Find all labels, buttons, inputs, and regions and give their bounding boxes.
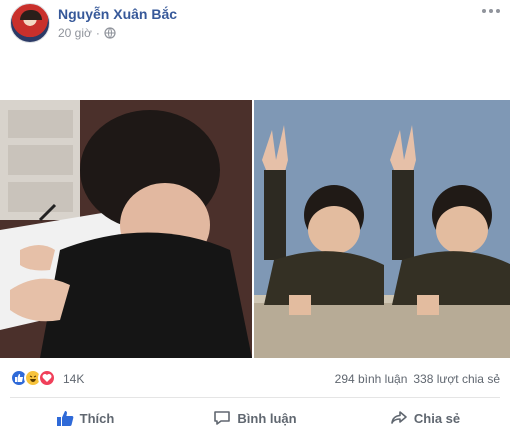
comment-button[interactable]: Bình luận — [170, 401, 340, 435]
photo-boy-writing-illustration — [0, 100, 252, 358]
photo-boy-writing[interactable] — [0, 100, 252, 358]
action-divider — [10, 397, 500, 398]
thumbs-up-icon — [56, 411, 74, 426]
post-actions: Thích Bình luận Chia sẻ — [0, 401, 510, 435]
share-count[interactable]: 338 lượt chia sẻ — [413, 372, 500, 386]
photo-boy-peace-sign-illustration — [254, 100, 510, 358]
share-label: Chia sẻ — [413, 410, 461, 426]
reaction-icons[interactable] — [10, 369, 56, 387]
author-name[interactable]: Nguyễn Xuân Bắc — [58, 6, 177, 22]
share-button[interactable]: Chia sẻ — [340, 401, 510, 435]
post-meta: 20 giờ · — [58, 26, 116, 40]
like-button[interactable]: Thích — [0, 401, 170, 435]
post-time[interactable]: 20 giờ — [58, 26, 92, 40]
meta-separator: · — [95, 26, 100, 40]
comment-label: Bình luận — [237, 410, 297, 426]
like-label: Thích — [79, 410, 115, 426]
love-icon — [38, 369, 56, 387]
engagement-counts: 294 bình luận 338 lượt chia sẻ — [335, 372, 500, 386]
share-icon — [391, 411, 407, 424]
comment-count[interactable]: 294 bình luận — [335, 372, 408, 386]
post-header: Nguyễn Xuân Bắc 20 giờ · — [0, 0, 510, 52]
post-photos — [0, 100, 510, 358]
photo-boy-peace-sign[interactable] — [254, 100, 510, 358]
author-avatar[interactable] — [10, 3, 50, 43]
more-options-icon[interactable] — [482, 6, 500, 16]
reaction-bar: 14K 294 bình luận 338 lượt chia sẻ — [0, 366, 510, 390]
comment-icon — [214, 411, 231, 425]
globe-icon[interactable] — [104, 27, 116, 39]
reaction-count[interactable]: 14K — [63, 372, 84, 386]
